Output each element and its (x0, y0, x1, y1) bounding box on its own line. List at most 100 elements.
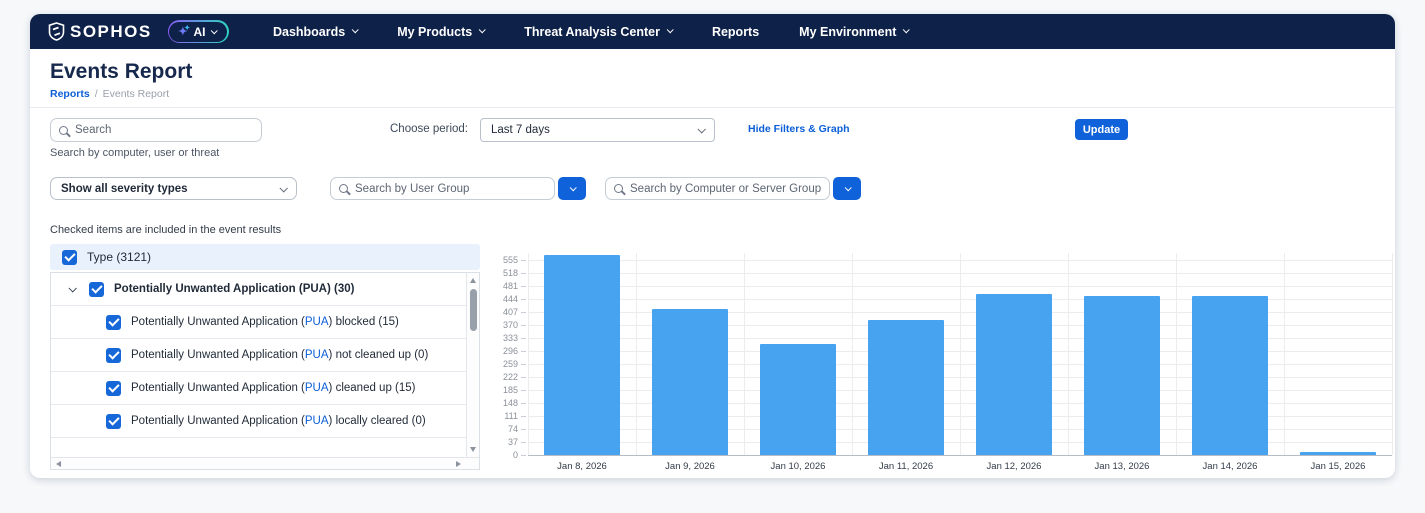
sophos-logo[interactable]: SOPHOS (48, 22, 152, 42)
chevron-down-icon (844, 184, 852, 192)
vertical-scroll-thumb[interactable] (470, 289, 477, 331)
search-input[interactable] (75, 124, 253, 136)
highlighted-term: PUA (304, 349, 329, 361)
tree-root-row[interactable]: Type (3121) (50, 244, 480, 270)
y-tick-mark (521, 455, 526, 456)
bar-jan-15-2026[interactable] (1300, 451, 1376, 455)
y-tick-label: 444 (502, 294, 518, 305)
x-tick-label: Jan 12, 2026 (986, 461, 1042, 472)
breadcrumb: Reports / Events Report (50, 88, 169, 100)
nav-item-reports[interactable]: Reports (692, 25, 779, 39)
breadcrumb-reports-link[interactable]: Reports (50, 88, 90, 100)
user-group-search-field[interactable] (330, 177, 555, 200)
bar-jan-12-2026[interactable] (976, 294, 1052, 455)
y-tick-label: 407 (502, 307, 518, 318)
y-tick-mark (521, 273, 526, 275)
horizontal-scrollbar[interactable] (51, 457, 479, 469)
computer-group-search-field[interactable] (605, 177, 830, 200)
tree-child-row[interactable]: Potentially Unwanted Application (PUA) n… (51, 339, 466, 372)
tree-child-label: Potentially Unwanted Application (PUA) c… (131, 382, 416, 394)
nav-item-my-environment[interactable]: My Environment (779, 25, 928, 39)
user-group-input[interactable] (355, 182, 546, 195)
scroll-right-arrow-icon[interactable] (456, 461, 461, 467)
chevron-down-icon (211, 27, 219, 35)
y-tick-label: 481 (502, 281, 518, 292)
computer-group-input[interactable] (630, 182, 821, 195)
bar-jan-13-2026[interactable] (1084, 296, 1160, 455)
user-group-dropdown-button[interactable] (558, 177, 586, 200)
checkbox-checked[interactable] (62, 249, 77, 265)
update-button[interactable]: Update (1075, 119, 1128, 140)
main-nav: Dashboards My Products Threat Analysis Cen… (253, 25, 928, 39)
checkbox-checked[interactable] (89, 281, 104, 297)
breadcrumb-current: Events Report (102, 88, 170, 100)
period-value: Last 7 days (491, 124, 550, 136)
highlighted-term: PUA (304, 382, 329, 394)
chevron-down-icon (903, 26, 911, 34)
period-select[interactable]: Last 7 days (480, 118, 715, 142)
y-tick-label: 296 (502, 346, 518, 356)
computer-group-dropdown-button[interactable] (833, 177, 861, 200)
y-tick-mark (521, 364, 526, 365)
checkbox-checked[interactable] (106, 413, 121, 429)
main-search-field[interactable] (50, 118, 262, 142)
bar-jan-11-2026[interactable] (868, 319, 944, 455)
ai-assistant-button[interactable]: ✦ ✦ AI (167, 20, 229, 43)
gridline (1284, 253, 1285, 455)
y-tick-mark (521, 442, 526, 443)
vertical-scrollbar[interactable] (466, 273, 479, 457)
top-navbar: SOPHOS ✦ ✦ AI Dashboards My Products Threat… (30, 14, 1395, 49)
checkbox-checked[interactable] (106, 347, 121, 363)
chevron-expanded-icon[interactable] (68, 284, 77, 293)
user-group-search (330, 177, 586, 200)
chevron-down-icon (666, 26, 674, 34)
nav-item-dashboards[interactable]: Dashboards (253, 25, 377, 39)
chevron-down-icon (569, 184, 577, 192)
severity-select[interactable]: Show all severity types (50, 177, 297, 200)
y-tick-label: 259 (502, 359, 518, 369)
y-tick-mark (521, 377, 526, 378)
search-icon (59, 125, 68, 135)
gridline (1176, 253, 1177, 455)
hide-filters-link[interactable]: Hide Filters & Graph (748, 123, 850, 135)
header-divider (30, 107, 1395, 108)
nav-item-my-products[interactable]: My Products (377, 25, 504, 39)
gridline (1392, 253, 1393, 455)
y-tick-mark (521, 260, 526, 262)
y-tick-mark (521, 312, 526, 314)
y-tick-label: 111 (504, 411, 518, 421)
bar-jan-10-2026[interactable] (760, 344, 836, 455)
tree-group-row[interactable]: Potentially Unwanted Application (PUA) (… (51, 273, 466, 306)
tree-child-row[interactable]: Potentially Unwanted Application (PUA) l… (51, 405, 466, 438)
scroll-down-arrow-icon[interactable] (470, 447, 476, 452)
tree-child-row[interactable]: Potentially Unwanted Application (PUA) c… (51, 372, 466, 405)
tree-child-label: Potentially Unwanted Application (PUA) l… (131, 415, 426, 427)
nav-item-label: My Environment (799, 24, 897, 39)
bar-jan-8-2026[interactable] (544, 255, 620, 455)
y-tick-label: 74 (507, 424, 518, 434)
x-tick-label: Jan 14, 2026 (1202, 461, 1258, 472)
tree-note: Checked items are included in the event … (50, 224, 282, 236)
search-icon (614, 184, 623, 193)
computer-group-search (605, 177, 861, 200)
scroll-up-arrow-icon[interactable] (470, 278, 476, 283)
tree-root-label: Type (3121) (87, 250, 152, 264)
nav-item-label: Reports (711, 24, 760, 39)
logo-text: SOPHOS (70, 21, 152, 41)
gridline (852, 253, 853, 455)
gridline (528, 253, 529, 455)
checkbox-checked[interactable] (106, 380, 121, 396)
sophos-shield-icon (48, 22, 65, 41)
y-tick-label: 555 (502, 255, 518, 266)
tree-child-row[interactable]: Potentially Unwanted Application (PUA) b… (51, 306, 466, 339)
gridline (960, 253, 961, 455)
bar-jan-9-2026[interactable] (652, 309, 728, 455)
checkbox-checked[interactable] (106, 314, 121, 330)
chevron-down-icon (351, 26, 359, 34)
search-hint: Search by computer, user or threat (50, 147, 220, 159)
nav-item-threat-analysis-center[interactable]: Threat Analysis Center (504, 25, 692, 39)
y-tick-label: 37 (507, 437, 518, 447)
scroll-left-arrow-icon[interactable] (56, 461, 61, 467)
nav-item-label: Dashboards (272, 24, 346, 39)
bar-jan-14-2026[interactable] (1192, 295, 1268, 455)
